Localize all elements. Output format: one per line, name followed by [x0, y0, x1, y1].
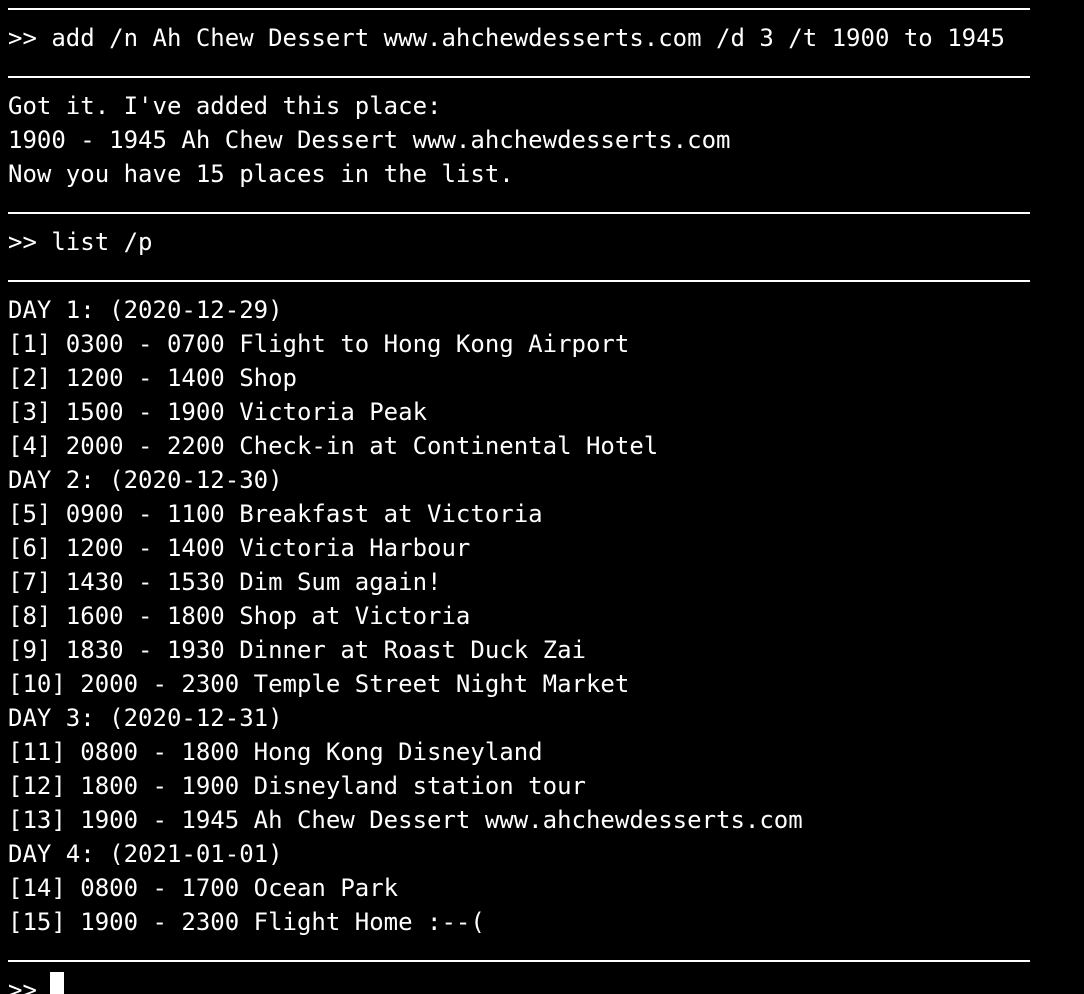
day-header: DAY 2: (2020-12-30) — [8, 466, 283, 494]
output-line: Got it. I've added this place: — [8, 92, 442, 120]
separator — [8, 8, 1030, 10]
list-item: [9] 1830 - 1930 Dinner at Roast Duck Zai — [8, 636, 586, 664]
separator — [8, 76, 1030, 78]
list-item: [11] 0800 - 1800 Hong Kong Disneyland — [8, 738, 543, 766]
list-item: [1] 0300 - 0700 Flight to Hong Kong Airp… — [8, 330, 630, 358]
command-line: >> add /n Ah Chew Dessert www.ahchewdess… — [8, 24, 1005, 52]
list-item: [14] 0800 - 1700 Ocean Park — [8, 874, 399, 902]
separator — [8, 212, 1030, 214]
terminal-window[interactable]: >> add /n Ah Chew Dessert www.ahchewdess… — [0, 0, 1084, 994]
day-header: DAY 3: (2020-12-31) — [8, 704, 283, 732]
output-line: Now you have 15 places in the list. — [8, 160, 514, 188]
list-item: [13] 1900 - 1945 Ah Chew Dessert www.ahc… — [8, 806, 803, 834]
separator — [8, 280, 1030, 282]
list-item: [3] 1500 - 1900 Victoria Peak — [8, 398, 428, 426]
output-line: 1900 - 1945 Ah Chew Dessert www.ahchewde… — [8, 126, 731, 154]
list-item: [10] 2000 - 2300 Temple Street Night Mar… — [8, 670, 630, 698]
list-item: [5] 0900 - 1100 Breakfast at Victoria — [8, 500, 543, 528]
command-line: >> list /p — [8, 228, 153, 256]
day-header: DAY 4: (2021-01-01) — [8, 840, 283, 868]
list-item: [2] 1200 - 1400 Shop — [8, 364, 297, 392]
list-item: [6] 1200 - 1400 Victoria Harbour — [8, 534, 471, 562]
list-item: [8] 1600 - 1800 Shop at Victoria — [8, 602, 471, 630]
separator — [8, 960, 1030, 962]
day-header: DAY 1: (2020-12-29) — [8, 296, 283, 324]
list-item: [7] 1430 - 1530 Dim Sum again! — [8, 568, 442, 596]
list-item: [4] 2000 - 2200 Check-in at Continental … — [8, 432, 659, 460]
list-item: [15] 1900 - 2300 Flight Home :--( — [8, 908, 485, 936]
list-item: [12] 1800 - 1900 Disneyland station tour — [8, 772, 586, 800]
text-cursor — [50, 972, 64, 994]
input-prompt[interactable]: >> — [8, 973, 37, 994]
